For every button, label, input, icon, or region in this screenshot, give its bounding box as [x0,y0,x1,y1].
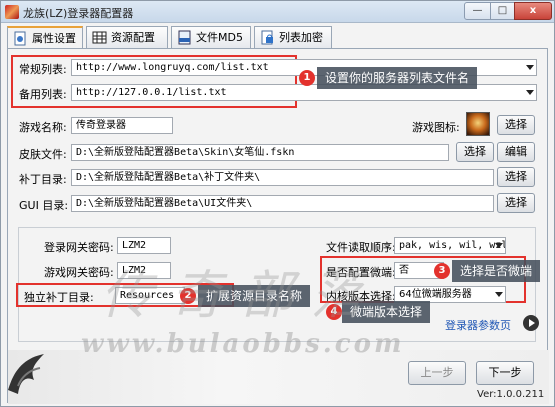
annotation-callout-1: 设置你的服务器列表文件名 [317,67,478,89]
skin-edit-button[interactable]: 编辑 [497,142,535,162]
main-list-value: http://www.longruyq.com/list.txt [76,62,269,73]
skin-label: 皮肤文件: [19,148,67,161]
grid-icon [92,31,107,44]
configurator-window: 龙族(LZ)登录器配置器 — □ x 属性设置 资源配置 文件MD5 列表加密 … [0,0,555,407]
backup-list-label: 备用列表: [19,88,67,101]
watermark-logo-text: 传奇部落 [101,266,382,326]
chevron-down-icon[interactable] [495,243,503,248]
patch-dir-input[interactable]: D:\全新版登陆配置器Beta\补丁文件夹\ [71,169,494,186]
tab-label: 属性设置 [32,32,76,45]
game-name-input[interactable]: 传奇登录器 [71,117,173,134]
backup-list-value: http://127.0.0.1/list.txt [76,87,227,98]
tab-list-encrypt[interactable]: 列表加密 [254,26,332,48]
skin-select-button[interactable]: 选择 [456,142,494,162]
patch-dir-select-button[interactable]: 选择 [497,167,535,187]
play-next-icon[interactable] [523,315,539,331]
md5-file-icon [178,30,191,45]
file-read-order-combo[interactable]: pak, wis, wil, wzl [394,237,506,254]
game-name-label: 游戏名称: [19,121,67,134]
annotation-badge-3: 3 [434,263,450,279]
tab-file-md5[interactable]: 文件MD5 [171,26,251,48]
next-step-button[interactable]: 下一步 [476,361,534,385]
version-label: Ver:1.0.0.211 [477,389,545,400]
dragon-app-icon [5,5,19,19]
tab-properties[interactable]: 属性设置 [7,26,83,49]
login-gateway-password-input[interactable]: LZM2 [117,237,171,254]
game-icon-preview[interactable] [466,112,490,136]
window-title: 龙族(LZ)登录器配置器 [23,7,134,20]
gear-doc-icon [14,31,26,46]
minimize-button[interactable]: — [464,2,491,20]
title-bar[interactable]: 龙族(LZ)登录器配置器 — □ x [1,1,554,23]
dragon-logo-icon [8,354,44,394]
chevron-down-icon[interactable] [526,65,534,70]
annotation-callout-3: 选择是否微端 [452,260,541,282]
main-list-label: 常规列表: [19,63,67,76]
game-icon-select-button[interactable]: 选择 [497,115,535,135]
file-read-order-value: pak, wis, wil, wzl [399,240,506,251]
tab-label: 资源配置 [111,31,155,44]
tab-label: 文件MD5 [196,31,243,44]
chevron-down-icon[interactable] [495,292,503,297]
game-icon-label: 游戏图标: [412,121,460,134]
gui-dir-input[interactable]: D:\全新版登陆配置器Beta\UI文件夹\ [71,195,494,212]
close-button[interactable]: x [514,2,552,20]
tab-resources[interactable]: 资源配置 [86,26,168,48]
lock-doc-icon [261,30,273,45]
chevron-down-icon[interactable] [526,90,534,95]
gui-dir-select-button[interactable]: 选择 [497,193,535,213]
maximize-button[interactable]: □ [490,2,515,20]
annotation-badge-1: 1 [299,70,315,86]
skin-input[interactable]: D:\全新版登陆配置器Beta\Skin\女笔仙.fskn [71,144,449,161]
kernel-version-value: 64位微端服务器 [399,289,472,300]
tab-label: 列表加密 [279,31,323,44]
patch-dir-label: 补丁目录: [19,173,67,186]
previous-step-button[interactable]: 上一步 [408,361,466,385]
gui-dir-label: GUI 目录: [19,199,69,212]
launcher-params-link[interactable]: 登录器参数页 [445,317,511,333]
watermark-url: www.bulaobbs.com [81,329,405,359]
independent-patch-dir-label: 独立补丁目录: [24,291,94,304]
